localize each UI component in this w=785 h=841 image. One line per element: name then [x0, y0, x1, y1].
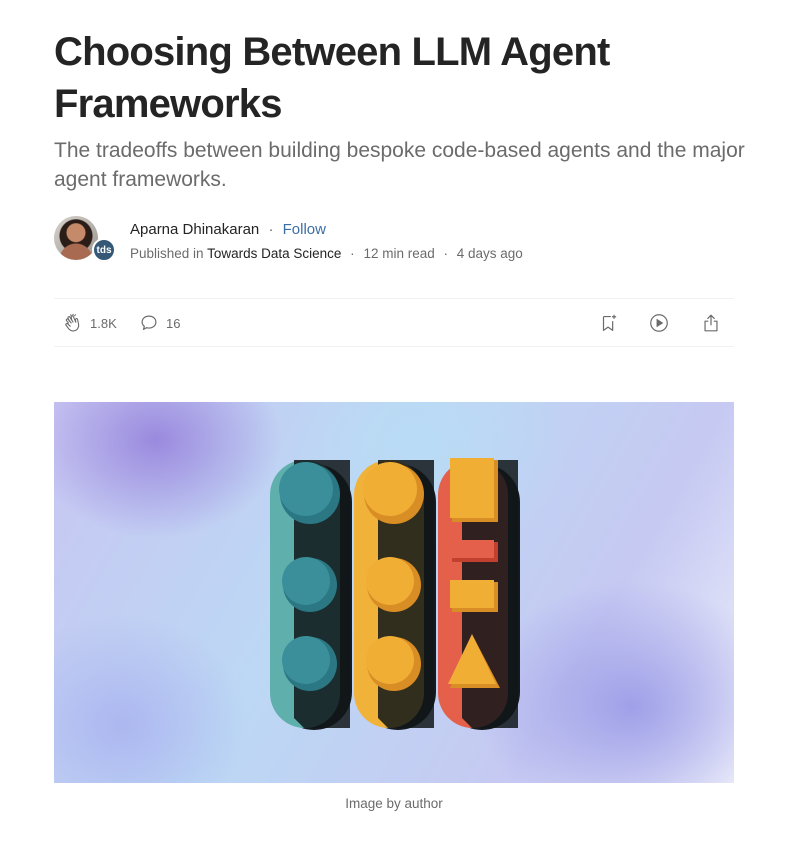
author-name[interactable]: Aparna Dhinakaran [130, 221, 259, 238]
author-avatar[interactable] [54, 216, 98, 260]
hero-image [54, 402, 734, 783]
byline: tds Aparna Dhinakaran · Follow Published… [54, 214, 734, 264]
clap-icon [65, 313, 80, 332]
responses-button[interactable]: 16 [138, 312, 180, 334]
response-count: 16 [166, 315, 181, 331]
clap-count: 1.8K [90, 315, 117, 331]
play-icon [650, 314, 668, 332]
article-title: Choosing Between LLM Agent Frameworks [54, 30, 610, 126]
separator-dot: · [268, 221, 274, 238]
image-caption: Image by author [345, 796, 443, 811]
listen-button[interactable] [648, 312, 670, 334]
comment-icon [141, 315, 157, 331]
article-subtitle: The tradeoffs between building bespoke c… [54, 139, 745, 191]
save-button[interactable] [598, 312, 620, 334]
separator-dot: · [350, 246, 355, 261]
share-button[interactable] [700, 312, 722, 334]
separator-dot: · [443, 246, 449, 261]
author-line: Aparna Dhinakaran · Follow [130, 220, 326, 240]
meta-line: Published in Towards Data Science · 12 m… [130, 245, 523, 263]
bookmark-add-icon [602, 314, 617, 331]
share-icon [704, 314, 718, 332]
post-date: 4 days ago [456, 246, 523, 261]
publication-link[interactable]: Towards Data Science [207, 246, 341, 261]
action-bar: 1.8K 16 [54, 298, 734, 347]
publication-badge[interactable]: tds [92, 238, 116, 262]
published-in-label: Published in [130, 246, 204, 261]
clap-button[interactable]: 1.8K [62, 312, 117, 334]
agent-frameworks-illustration [270, 458, 520, 730]
read-time: 12 min read [363, 246, 435, 261]
follow-button[interactable]: Follow [283, 221, 326, 238]
